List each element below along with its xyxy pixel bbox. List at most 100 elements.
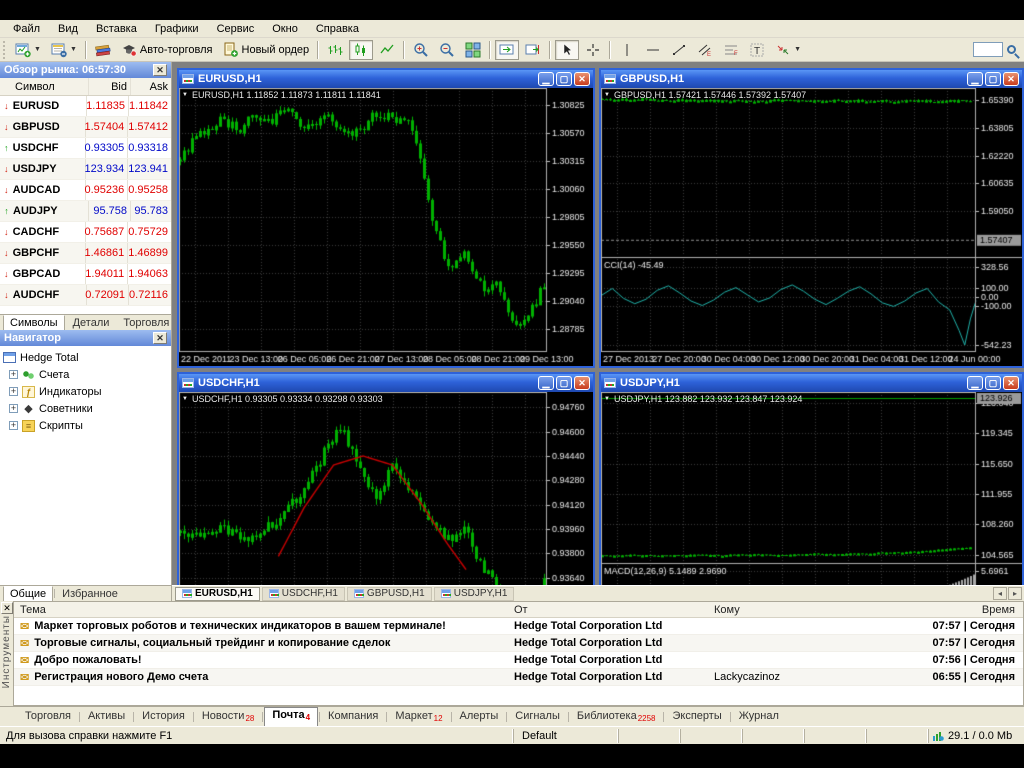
expand-icon[interactable]: +: [9, 421, 18, 430]
zoom-in-button[interactable]: [409, 40, 433, 60]
mail-row[interactable]: ✉ Маркет торговых роботов и технических и…: [14, 618, 1023, 635]
text-button[interactable]: T: [745, 40, 769, 60]
channel-button[interactable]: E: [693, 40, 717, 60]
crosshair-button[interactable]: [581, 40, 605, 60]
navigator-item[interactable]: + ◆ Советники: [3, 400, 171, 417]
chart-ohlc-line[interactable]: ▼ GBPUSD,H1 1.57421 1.57446 1.57392 1.574…: [604, 90, 806, 100]
market-watch-row[interactable]: ↓ AUDCHF 0.72091 0.72116: [0, 285, 171, 306]
navigator-tab-1[interactable]: Избранное: [56, 587, 124, 601]
minimize-button[interactable]: ▁: [967, 376, 983, 390]
terminal-tab-4[interactable]: Почта 4: [264, 707, 319, 726]
mail-row[interactable]: ✉ Торговые сигналы, социальный трейдинг и…: [14, 635, 1023, 652]
column-bid[interactable]: Bid: [88, 78, 130, 95]
menu-item-insert[interactable]: Вставка: [87, 21, 146, 37]
window-title-bar[interactable]: GBPUSD,H1 ▁ ▢ ✕: [601, 70, 1022, 88]
mail-column-0[interactable]: Тема: [14, 604, 514, 616]
terminal-tab-1[interactable]: Активы: [81, 709, 132, 725]
market-watch-row[interactable]: ↓ EURUSD 1.11835 1.11842: [0, 96, 171, 117]
expand-icon[interactable]: +: [9, 370, 18, 379]
menu-item-service[interactable]: Сервис: [208, 21, 264, 37]
terminal-tab-7[interactable]: Алерты: [453, 709, 506, 725]
profiles-button[interactable]: ▼: [47, 40, 81, 60]
column-symbol[interactable]: Символ: [13, 81, 88, 93]
minimize-button[interactable]: ▁: [538, 72, 554, 86]
chart-window-usdjpy[interactable]: USDJPY,H1 ▁ ▢ ✕ ▼ USDJPY,H1 123.882 123.932…: [599, 372, 1024, 601]
menu-item-file[interactable]: Файл: [4, 21, 49, 37]
terminal-tab-5[interactable]: Компания: [321, 709, 385, 725]
tile-windows-button[interactable]: [461, 40, 485, 60]
market-watch-row[interactable]: ↓ AUDCAD 0.95236 0.95258: [0, 180, 171, 201]
market-watch-row[interactable]: ↓ USDJPY 123.934 123.941: [0, 159, 171, 180]
new-order-button[interactable]: Новый ордер: [219, 40, 314, 60]
close-icon[interactable]: ✕: [1, 602, 13, 614]
chart-canvas[interactable]: [179, 392, 593, 599]
menu-item-help[interactable]: Справка: [307, 21, 368, 37]
candlestick-chart-button[interactable]: [349, 39, 374, 60]
terminal-tab-0[interactable]: Торговля: [18, 709, 78, 725]
line-chart-button[interactable]: [375, 40, 399, 60]
close-icon[interactable]: ✕: [153, 64, 167, 76]
chart-window-usdchf[interactable]: USDCHF,H1 ▁ ▢ ✕ ▼ USDCHF,H1 0.93305 0.93334…: [177, 372, 595, 601]
chart-tab-gbpusd-h1[interactable]: GBPUSD,H1: [346, 586, 432, 601]
chart-tab-eurusd-h1[interactable]: EURUSD,H1: [175, 586, 260, 601]
expand-icon[interactable]: +: [9, 387, 18, 396]
terminal-tab-10[interactable]: Эксперты: [665, 709, 728, 725]
arrows-button[interactable]: ▼: [771, 40, 805, 60]
scroll-right-button[interactable]: ▸: [1008, 587, 1022, 600]
chart-ohlc-line[interactable]: ▼ USDJPY,H1 123.882 123.932 123.847 123.9…: [604, 394, 802, 404]
minimize-button[interactable]: ▁: [538, 376, 554, 390]
column-ask[interactable]: Ask: [130, 78, 171, 95]
close-button[interactable]: ✕: [574, 376, 590, 390]
market-watch-tab-1[interactable]: Детали: [67, 316, 116, 330]
maximize-button[interactable]: ▢: [556, 72, 572, 86]
market-watch-row[interactable]: ↓ GBPCAD 1.94011 1.94063: [0, 264, 171, 285]
mail-column-1[interactable]: От: [514, 604, 714, 616]
autotrading-button[interactable]: Авто-торговля: [117, 40, 217, 60]
navigator-item[interactable]: + Счета: [3, 366, 171, 383]
market-watch-button[interactable]: [91, 40, 115, 60]
market-watch-row[interactable]: ↑ AUDJPY 95.758 95.783: [0, 201, 171, 222]
terminal-tab-8[interactable]: Сигналы: [508, 709, 567, 725]
chart-shift-button[interactable]: [521, 40, 545, 60]
fibonacci-button[interactable]: F: [719, 40, 743, 60]
chart-canvas[interactable]: [179, 88, 593, 366]
close-icon[interactable]: ✕: [153, 332, 167, 344]
menu-item-charts[interactable]: Графики: [146, 21, 208, 37]
autoscroll-button[interactable]: [495, 39, 520, 60]
search-input[interactable]: [973, 42, 1003, 57]
chart-canvas[interactable]: [601, 392, 1022, 599]
chart-tab-usdchf-h1[interactable]: USDCHF,H1: [261, 586, 345, 601]
terminal-tab-6[interactable]: Маркет 12: [388, 709, 449, 725]
cursor-button[interactable]: [555, 39, 580, 60]
navigator-root-item[interactable]: Hedge Total: [3, 349, 171, 366]
trendline-button[interactable]: [667, 40, 691, 60]
chart-window-gbpusd[interactable]: GBPUSD,H1 ▁ ▢ ✕ ▼ GBPUSD,H1 1.57421 1.57446…: [599, 68, 1024, 368]
chart-tab-usdjpy-h1[interactable]: USDJPY,H1: [433, 586, 515, 601]
toolbar-grip[interactable]: [3, 40, 7, 59]
terminal-tab-2[interactable]: История: [135, 709, 192, 725]
market-watch-tab-2[interactable]: Торговля: [117, 316, 175, 330]
market-watch-row[interactable]: ↓ GBPCHF 1.46861 1.46899: [0, 243, 171, 264]
navigator-item[interactable]: + ƒ Индикаторы: [3, 383, 171, 400]
mail-row[interactable]: ✉ Добро пожаловать! Hedge Total Corporatio…: [14, 652, 1023, 669]
maximize-button[interactable]: ▢: [556, 376, 572, 390]
terminal-tab-11[interactable]: Журнал: [732, 709, 786, 725]
vertical-line-button[interactable]: [615, 40, 639, 60]
market-watch-row[interactable]: ↑ USDCHF 0.93305 0.93318: [0, 138, 171, 159]
terminal-side-tab[interactable]: Инструменты: [0, 615, 13, 705]
close-button[interactable]: ✕: [1003, 376, 1019, 390]
window-title-bar[interactable]: USDCHF,H1 ▁ ▢ ✕: [179, 374, 593, 392]
scroll-left-button[interactable]: ◂: [993, 587, 1007, 600]
chart-canvas[interactable]: [601, 88, 1022, 366]
navigator-tab-0[interactable]: Общие: [3, 585, 54, 602]
market-watch-header[interactable]: Обзор рынка: 06:57:30 ✕: [0, 62, 171, 78]
navigator-item[interactable]: + ≡ Скрипты: [3, 417, 171, 434]
navigator-header[interactable]: Навигатор ✕: [0, 330, 171, 346]
market-watch-tab-0[interactable]: Символы: [3, 314, 65, 331]
maximize-button[interactable]: ▢: [985, 376, 1001, 390]
bar-chart-button[interactable]: [323, 40, 347, 60]
chart-ohlc-line[interactable]: ▼ USDCHF,H1 0.93305 0.93334 0.93298 0.933…: [182, 394, 383, 404]
maximize-button[interactable]: ▢: [985, 72, 1001, 86]
mail-column-2[interactable]: Кому: [714, 604, 854, 616]
close-button[interactable]: ✕: [574, 72, 590, 86]
